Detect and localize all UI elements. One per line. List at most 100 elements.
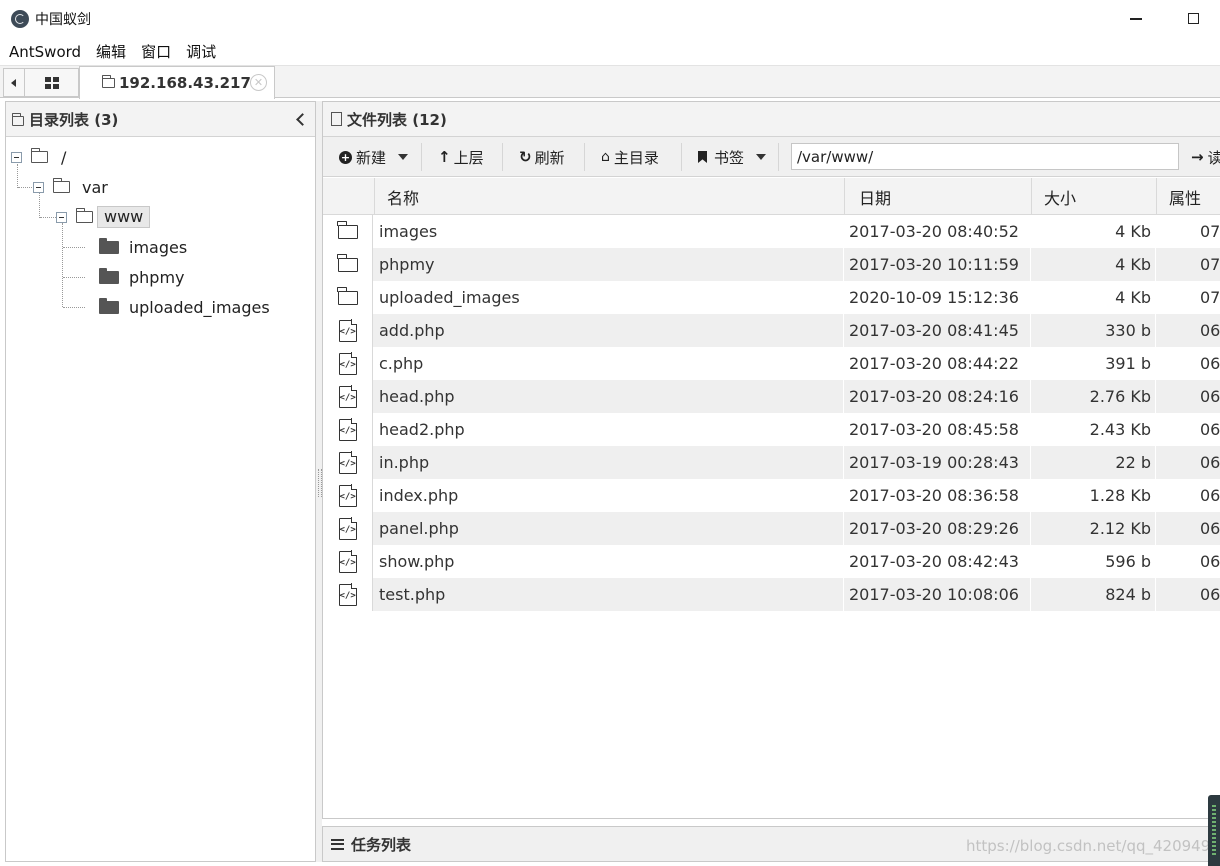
file-attr: 0644: [1200, 453, 1220, 472]
column-name-header[interactable]: 名称: [374, 178, 844, 215]
column-size-label: 大小: [1044, 188, 1077, 208]
refresh-label: 刷新: [534, 148, 565, 167]
file-row[interactable]: images 2017-03-20 08:40:52 4 Kb 0755: [323, 215, 1220, 248]
file-name: c.php: [379, 354, 424, 373]
home-icon: ⌂: [601, 149, 610, 165]
file-row[interactable]: </> in.php 2017-03-19 00:28:43 22 b 0644: [323, 446, 1220, 479]
tree-node-www[interactable]: www: [56, 205, 151, 229]
file-size: 2.43 Kb: [1089, 420, 1151, 439]
new-button-label: 新建: [356, 148, 387, 167]
window-title: 中国蚁剑: [35, 12, 91, 28]
read-path-label: 读: [1207, 148, 1220, 167]
file-date: 2017-03-19 00:28:43: [849, 453, 1019, 472]
bookmark-label: 书签: [714, 148, 745, 167]
file-row[interactable]: </> test.php 2017-03-20 10:08:06 824 b 0644: [323, 578, 1220, 611]
list-icon: [331, 838, 344, 850]
tree-node-label-selected: www: [97, 206, 151, 228]
tree-node-images[interactable]: images: [99, 235, 187, 259]
bookmark-button[interactable]: 书签: [698, 144, 767, 170]
file-size: 330 b: [1105, 321, 1151, 340]
php-file-icon: </>: [338, 418, 357, 441]
tab-close-icon[interactable]: ✕: [250, 74, 267, 91]
file-grid-body: images 2017-03-20 08:40:52 4 Kb 0755 phpmy 20…: [323, 215, 1220, 611]
collapse-toggle-icon[interactable]: [56, 212, 67, 223]
tab-bar: 192.168.43.217 ✕: [0, 66, 1220, 99]
maximize-button[interactable]: [1188, 13, 1199, 24]
menu-bar: AntSword 编辑 窗口 调试: [0, 38, 1220, 66]
grid-icon: [44, 76, 59, 89]
file-size: 824 b: [1105, 585, 1151, 604]
task-panel-title: 任务列表: [351, 835, 412, 854]
home-dir-button[interactable]: ⌂ 主目录: [601, 144, 659, 170]
refresh-button[interactable]: ↻ 刷新: [519, 144, 565, 170]
column-attr-header[interactable]: 属性: [1156, 178, 1220, 215]
file-name: panel.php: [379, 519, 459, 538]
file-panel: 文件列表 (12) + 新建 ↑ 上层 ↻ 刷新 ⌂ 主目录 书签 /var/w…: [322, 101, 1220, 819]
file-size: 4 Kb: [1115, 222, 1151, 241]
file-row-icon-cell: </>: [323, 545, 373, 578]
menu-edit[interactable]: 编辑: [89, 41, 134, 62]
file-grid: 名称 日期 大小 属性 images 2017-03-20 08:40:52 4 K…: [323, 178, 1220, 611]
file-size: 1.28 Kb: [1089, 486, 1151, 505]
file-row[interactable]: </> show.php 2017-03-20 08:42:43 596 b 0644: [323, 545, 1220, 578]
file-row-icon-cell: [323, 281, 373, 314]
folder-closed-icon: [99, 297, 119, 314]
minimize-button[interactable]: [1130, 18, 1142, 20]
up-level-button[interactable]: ↑ 上层: [438, 144, 484, 170]
tab-scroll-left-button[interactable]: [3, 68, 25, 97]
file-row[interactable]: phpmy 2017-03-20 10:11:59 4 Kb 0777: [323, 248, 1220, 281]
file-row-icon-cell: </>: [323, 413, 373, 446]
collapse-toggle-icon[interactable]: [11, 152, 22, 163]
file-attr: 0644: [1200, 519, 1220, 538]
tab-shell[interactable]: 192.168.43.217 ✕: [79, 66, 275, 99]
file-row[interactable]: </> index.php 2017-03-20 08:36:58 1.28 Kb 06…: [323, 479, 1220, 512]
php-file-icon: </>: [338, 319, 357, 342]
tree-node-phpmy[interactable]: phpmy: [99, 265, 185, 289]
side-scrollbar[interactable]: [1208, 795, 1220, 866]
column-size-header[interactable]: 大小: [1031, 178, 1156, 215]
file-row[interactable]: </> panel.php 2017-03-20 08:29:26 2.12 Kb 06…: [323, 512, 1220, 545]
file-grid-header: 名称 日期 大小 属性: [323, 178, 1220, 215]
file-date: 2017-03-20 08:36:58: [849, 486, 1019, 505]
php-file-icon: </>: [338, 484, 357, 507]
file-row[interactable]: </> add.php 2017-03-20 08:41:45 330 b 0644: [323, 314, 1220, 347]
tab-home[interactable]: [25, 68, 79, 97]
arrow-right-icon: →: [1191, 148, 1204, 166]
folder-closed-icon: [99, 267, 119, 284]
folder-icon: [337, 220, 358, 239]
collapse-panel-icon[interactable]: [295, 112, 305, 126]
file-row-icon-cell: </>: [323, 578, 373, 611]
directory-panel: 目录列表 (3) / var www images phpmy uploaded…: [5, 101, 316, 862]
file-size: 2.12 Kb: [1089, 519, 1151, 538]
file-attr: 0644: [1200, 321, 1220, 340]
menu-debug[interactable]: 调试: [179, 41, 224, 62]
file-row[interactable]: </> c.php 2017-03-20 08:44:22 391 b 0644: [323, 347, 1220, 380]
menu-window[interactable]: 窗口: [134, 41, 179, 62]
plus-circle-icon: +: [339, 150, 352, 164]
file-row[interactable]: </> head2.php 2017-03-20 08:45:58 2.43 Kb 06…: [323, 413, 1220, 446]
path-input[interactable]: [791, 143, 1179, 170]
file-row-icon-cell: [323, 215, 373, 248]
file-date: 2017-03-20 10:11:59: [849, 255, 1019, 274]
chevron-down-icon: [756, 154, 767, 160]
php-file-icon: </>: [338, 352, 357, 375]
file-date: 2017-03-20 10:08:06: [849, 585, 1019, 604]
collapse-toggle-icon[interactable]: [33, 182, 44, 193]
tree-node-uploaded-images[interactable]: uploaded_images: [99, 295, 270, 319]
menu-antsword[interactable]: AntSword: [0, 43, 89, 61]
tree-node-label: phpmy: [129, 267, 185, 287]
tree-node-root[interactable]: /: [11, 145, 66, 169]
file-row[interactable]: uploaded_images 2020-10-09 15:12:36 4 Kb 07…: [323, 281, 1220, 314]
read-path-button[interactable]: → 读: [1191, 144, 1220, 170]
file-toolbar: + 新建 ↑ 上层 ↻ 刷新 ⌂ 主目录 书签 → 读: [323, 137, 1220, 177]
file-date: 2017-03-20 08:45:58: [849, 420, 1019, 439]
file-name: head2.php: [379, 420, 465, 439]
file-row[interactable]: </> head.php 2017-03-20 08:24:16 2.76 Kb 064…: [323, 380, 1220, 413]
file-date: 2017-03-20 08:42:43: [849, 552, 1019, 571]
tree-node-var[interactable]: var: [33, 175, 108, 199]
column-date-header[interactable]: 日期: [844, 178, 1031, 215]
home-dir-label: 主目录: [613, 148, 659, 167]
column-date-label: 日期: [859, 188, 892, 208]
new-button[interactable]: + 新建: [339, 144, 409, 170]
file-size: 596 b: [1105, 552, 1151, 571]
